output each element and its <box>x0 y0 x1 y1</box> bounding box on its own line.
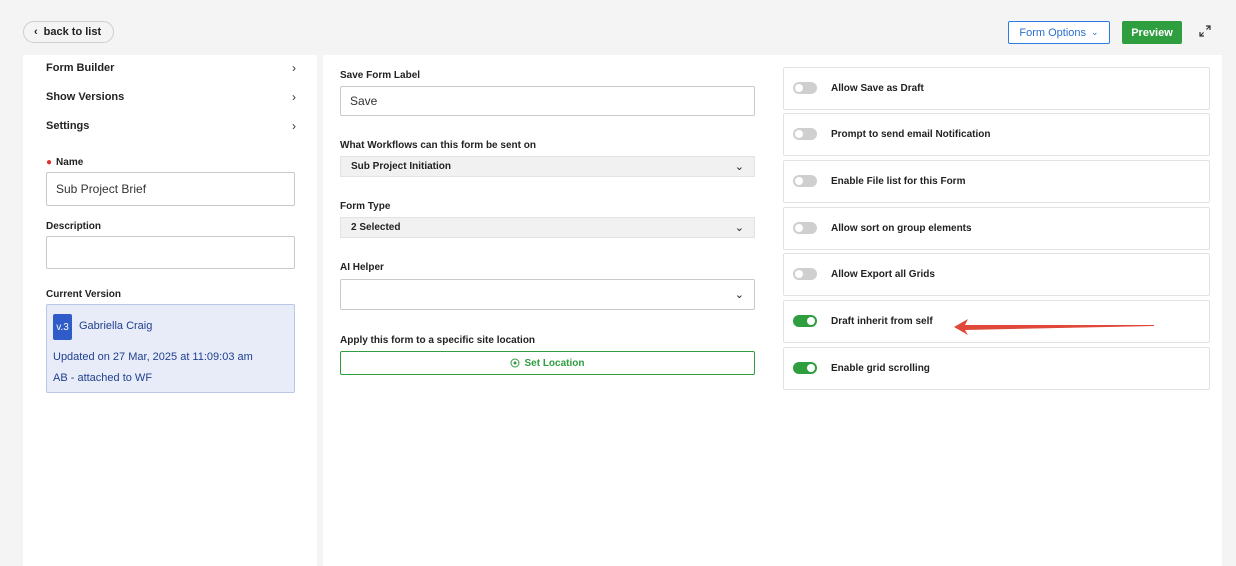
toggle-label: Draft inherit from self <box>831 316 933 327</box>
toggle-label: Allow sort on group elements <box>831 223 972 234</box>
export-grids-toggle[interactable] <box>793 268 817 280</box>
toggle-label: Allow Save as Draft <box>831 83 924 94</box>
save-form-label-title: Save Form Label <box>340 70 421 81</box>
toggle-row-allow-save-draft: Allow Save as Draft <box>783 67 1210 110</box>
back-to-list-label: back to list <box>43 26 102 38</box>
chevron-down-icon: ⌄ <box>734 161 744 173</box>
chevron-left-icon: ‹ <box>34 26 38 38</box>
set-location-button[interactable]: Set Location <box>340 351 755 375</box>
version-updated: Updated on 27 Mar, 2025 at 11:09:03 am <box>53 351 253 363</box>
preview-button[interactable]: Preview <box>1122 21 1182 44</box>
toggle-row-email-notification: Prompt to send email Notification <box>783 113 1210 156</box>
description-input[interactable] <box>46 236 295 269</box>
sidebar-item-show-versions[interactable]: Show Versions › <box>46 88 296 106</box>
email-notification-toggle[interactable] <box>793 128 817 140</box>
workflows-select[interactable]: Sub Project Initiation ⌄ <box>340 156 755 177</box>
sidebar-item-label: Form Builder <box>46 62 115 74</box>
chevron-right-icon: › <box>292 90 296 104</box>
toggle-row-grid-scrolling: Enable grid scrolling <box>783 347 1210 390</box>
chevron-down-icon: ⌄ <box>734 222 744 234</box>
toggle-label: Enable File list for this Form <box>831 176 966 187</box>
form-options-label: Form Options <box>1019 26 1087 39</box>
set-location-label: Set Location <box>524 357 585 369</box>
sidebar-item-form-builder[interactable]: Form Builder › <box>46 59 296 77</box>
version-user: Gabriella Craig <box>79 320 153 332</box>
name-input-value: Sub Project Brief <box>56 182 147 196</box>
sidebar-item-settings[interactable]: Settings › <box>46 117 296 135</box>
grid-scrolling-toggle[interactable] <box>793 362 817 374</box>
workflows-select-value: Sub Project Initiation <box>351 161 452 172</box>
file-list-toggle[interactable] <box>793 175 817 187</box>
target-icon <box>510 358 520 368</box>
form-type-select[interactable]: 2 Selected ⌄ <box>340 217 755 238</box>
ai-helper-title: AI Helper <box>340 262 384 273</box>
sidebar-item-label: Show Versions <box>46 91 125 103</box>
annotation-arrow-icon <box>954 319 1154 335</box>
chevron-down-icon: ⌄ <box>1091 27 1099 37</box>
draft-inherit-toggle[interactable] <box>793 315 817 327</box>
settings-panel: Save Form Label Save What Workflows can … <box>323 55 1222 566</box>
chevron-right-icon: › <box>292 119 296 133</box>
toggle-row-file-list: Enable File list for this Form <box>783 160 1210 203</box>
toggle-row-sort-group: Allow sort on group elements <box>783 207 1210 250</box>
sidebar-item-label: Settings <box>46 120 90 132</box>
location-title: Apply this form to a specific site locat… <box>340 335 536 346</box>
chevron-right-icon: › <box>292 61 296 75</box>
description-label: Description <box>46 221 102 232</box>
toggle-label: Prompt to send email Notification <box>831 129 991 140</box>
preview-label: Preview <box>1131 26 1173 39</box>
sort-group-toggle[interactable] <box>793 222 817 234</box>
ai-helper-select[interactable]: ⌄ <box>340 279 755 310</box>
form-type-select-value: 2 Selected <box>351 222 401 233</box>
current-version-card[interactable]: v.3 Gabriella Craig Updated on 27 Mar, 2… <box>46 304 295 393</box>
version-note: AB - attached to WF <box>53 372 153 384</box>
chevron-down-icon: ⌄ <box>734 289 744 301</box>
required-indicator: ● <box>46 157 53 168</box>
toggle-row-export-grids: Allow Export all Grids <box>783 253 1210 296</box>
form-options-button[interactable]: Form Options ⌄ <box>1008 21 1110 44</box>
toggle-label: Allow Export all Grids <box>831 269 935 280</box>
name-input[interactable]: Sub Project Brief <box>46 172 295 206</box>
current-version-label: Current Version <box>46 289 122 300</box>
version-badge: v.3 <box>53 314 72 340</box>
sidebar-panel: Form Builder › Show Versions › Settings … <box>23 55 317 566</box>
form-type-title: Form Type <box>340 201 391 212</box>
back-to-list-button[interactable]: ‹ back to list <box>23 21 115 43</box>
allow-save-draft-toggle[interactable] <box>793 82 817 94</box>
save-form-label-input[interactable]: Save <box>340 86 755 116</box>
expand-icon[interactable] <box>1198 24 1212 38</box>
toggle-label: Enable grid scrolling <box>831 363 930 374</box>
name-label: ● Name <box>46 157 84 168</box>
save-form-label-value: Save <box>350 94 378 108</box>
workflows-title: What Workflows can this form be sent on <box>340 140 536 151</box>
